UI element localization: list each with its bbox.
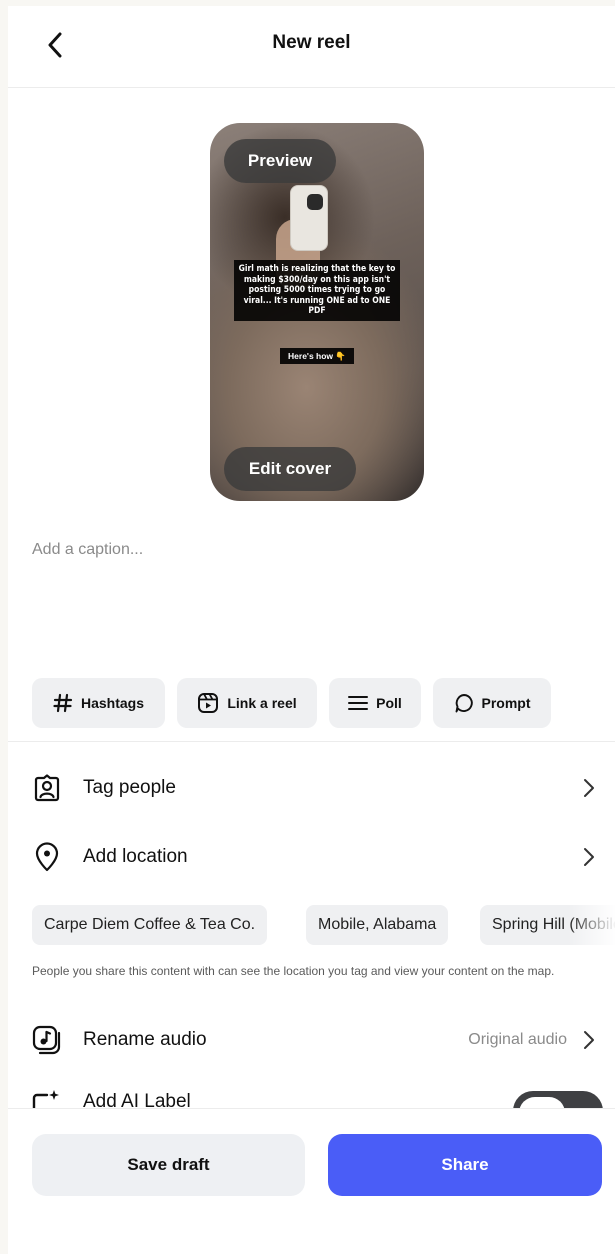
chevron-right-icon [577, 776, 601, 800]
section-divider [8, 741, 615, 742]
link-reel-chip[interactable]: Link a reel [177, 678, 317, 728]
hash-icon [53, 693, 73, 713]
tag-people-row[interactable]: Tag people [8, 766, 615, 810]
link-reel-label: Link a reel [227, 695, 297, 711]
phone-camera-shape [307, 194, 323, 210]
poll-icon [348, 696, 369, 710]
chevron-right-icon [577, 1028, 601, 1052]
header: New reel [8, 6, 615, 88]
prompt-icon [455, 694, 473, 713]
add-location-label: Add location [83, 846, 188, 867]
tag-people-label: Tag people [83, 777, 176, 798]
save-draft-button[interactable]: Save draft [32, 1134, 305, 1196]
edit-cover-button[interactable]: Edit cover [224, 447, 356, 491]
location-privacy-note: People you share this content with can s… [32, 964, 555, 978]
prompt-chip[interactable]: Prompt [433, 678, 551, 728]
location-suggestion-chip[interactable]: Carpe Diem Coffee & Tea Co. [32, 905, 268, 945]
share-button[interactable]: Share [328, 1134, 602, 1196]
music-note-icon [32, 1025, 62, 1055]
rename-audio-label: Rename audio [83, 1029, 207, 1050]
audio-name-value: Original audio [468, 1031, 567, 1048]
bottom-action-bar: Save draft Share [8, 1108, 615, 1254]
tag-person-icon [32, 773, 62, 803]
poll-label: Poll [376, 695, 402, 711]
page-title: New reel [272, 32, 351, 53]
chevron-right-icon [577, 845, 601, 869]
poll-chip[interactable]: Poll [329, 678, 421, 728]
location-suggestion-chip[interactable]: Mobile, Alabama [306, 905, 449, 945]
rename-audio-row[interactable]: Rename audio Original audio [8, 1018, 615, 1062]
reel-icon [198, 693, 219, 713]
hashtags-label: Hashtags [80, 695, 145, 711]
reel-overlay-text: Girl math is realizing that the key to m… [234, 260, 400, 321]
reel-preview-card[interactable]: Girl math is realizing that the key to m… [210, 123, 424, 501]
add-location-row[interactable]: Add location [8, 835, 615, 879]
preview-button[interactable]: Preview [224, 139, 336, 183]
new-reel-screen: New reel Girl math is realizing that the… [8, 6, 615, 1254]
caption-input[interactable]: Add a caption... [32, 541, 143, 559]
reel-overlay-subtext: Here's how 👇 [280, 348, 354, 364]
preview-thumbnail-phone [290, 185, 328, 251]
hashtags-chip[interactable]: Hashtags [32, 678, 165, 728]
location-pin-icon [32, 842, 62, 872]
prompt-label: Prompt [481, 695, 531, 711]
suggestions-fade [568, 901, 615, 949]
